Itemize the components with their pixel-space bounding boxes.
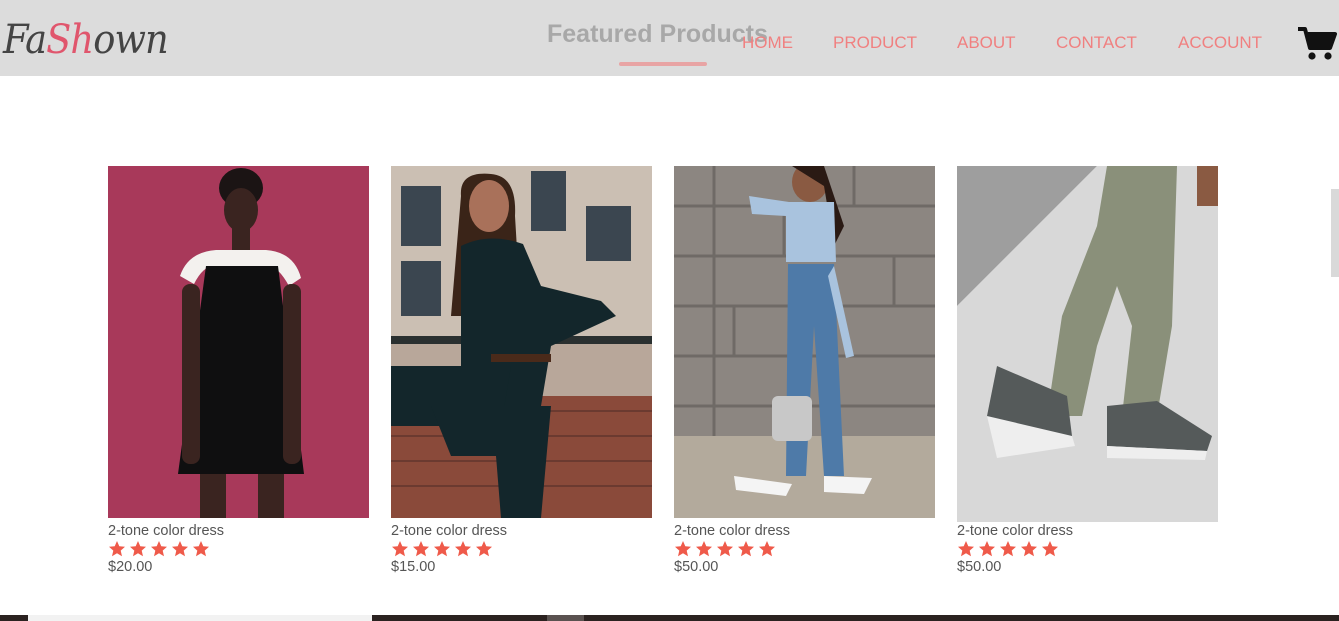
star-icon: [392, 541, 408, 557]
star-icon: [151, 541, 167, 557]
star-icon: [109, 541, 125, 557]
product-price: $50.00: [674, 559, 719, 575]
star-icon: [1000, 541, 1016, 557]
product-image[interactable]: [674, 166, 935, 518]
star-icon: [476, 541, 492, 557]
star-icon: [434, 541, 450, 557]
product-card[interactable]: 2-tone color dress $20.00: [108, 166, 370, 575]
star-icon: [413, 541, 429, 557]
product-card[interactable]: 2-tone color dress $50.00: [674, 166, 936, 575]
star-icon: [675, 541, 691, 557]
nav-about[interactable]: ABOUT: [957, 32, 1016, 54]
product-image[interactable]: [957, 166, 1218, 522]
product-name[interactable]: 2-tone color dress: [108, 523, 224, 539]
product-price: $20.00: [108, 559, 153, 575]
footer-strip: [0, 615, 1339, 621]
footer-strip-mid: [547, 615, 584, 621]
star-icon: [455, 541, 471, 557]
logo-part-3: own: [93, 17, 169, 63]
star-icon: [738, 541, 754, 557]
nav-product[interactable]: PRODUCT: [833, 32, 917, 54]
star-rating: [957, 540, 1059, 558]
star-icon: [979, 541, 995, 557]
logo-part-1: Fa: [3, 17, 47, 63]
star-icon: [1021, 541, 1037, 557]
star-icon: [759, 541, 775, 557]
product-image[interactable]: [391, 166, 652, 518]
product-price: $50.00: [957, 559, 1002, 575]
site-header: FaShown Featured Products HOME PRODUCT A…: [0, 0, 1339, 76]
star-icon: [172, 541, 188, 557]
nav-home[interactable]: HOME: [742, 32, 793, 54]
product-card[interactable]: 2-tone color dress $15.00: [391, 166, 653, 575]
product-image[interactable]: [108, 166, 369, 518]
star-icon: [717, 541, 733, 557]
logo-part-2: Sh: [46, 17, 94, 63]
star-rating: [674, 540, 776, 558]
site-logo[interactable]: FaShown: [3, 14, 169, 66]
nav-contact[interactable]: CONTACT: [1056, 32, 1137, 54]
scrollbar-thumb[interactable]: [1331, 189, 1339, 277]
footer-strip-light: [28, 615, 372, 621]
star-icon: [130, 541, 146, 557]
star-icon: [1042, 541, 1058, 557]
product-name[interactable]: 2-tone color dress: [391, 523, 507, 539]
star-rating: [108, 540, 210, 558]
star-icon: [958, 541, 974, 557]
star-icon: [193, 541, 209, 557]
star-icon: [696, 541, 712, 557]
featured-products-title: Featured Products: [547, 20, 768, 48]
product-name[interactable]: 2-tone color dress: [957, 523, 1073, 539]
product-price: $15.00: [391, 559, 436, 575]
product-name[interactable]: 2-tone color dress: [674, 523, 790, 539]
title-underline: [619, 62, 707, 66]
cart-icon[interactable]: [1297, 26, 1337, 62]
nav-account[interactable]: ACCOUNT: [1178, 32, 1262, 54]
product-card[interactable]: 2-tone color dress $50.00: [957, 166, 1219, 575]
star-rating: [391, 540, 493, 558]
